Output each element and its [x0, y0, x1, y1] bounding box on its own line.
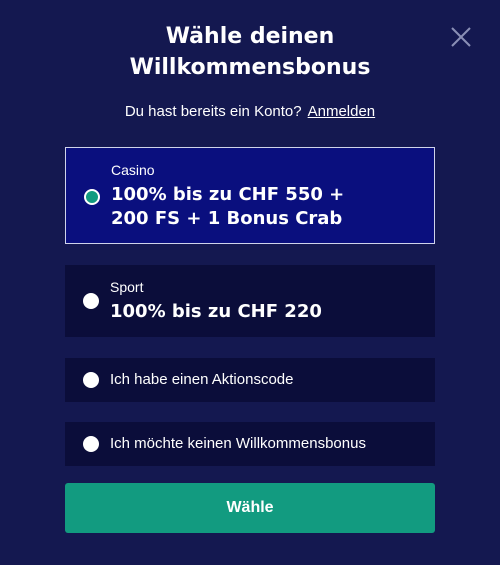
radio-casino[interactable] — [84, 189, 100, 205]
option-casino-label: Casino — [111, 162, 155, 178]
option-no-bonus-label: Ich möchte keinen Willkommensbonus — [110, 435, 366, 452]
login-link[interactable]: Anmelden — [308, 103, 376, 120]
option-casino-value: 100% bis zu CHF 550 + 200 FS + 1 Bonus C… — [111, 183, 411, 231]
radio-promo-code[interactable] — [83, 372, 99, 388]
title-line-2: Willkommensbonus — [129, 55, 371, 80]
option-no-bonus[interactable]: Ich möchte keinen Willkommensbonus — [65, 422, 435, 466]
option-casino-value-line-1: 100% bis zu CHF 550 + — [111, 184, 345, 205]
login-prompt-row: Du hast bereits ein Konto? Anmelden — [0, 102, 500, 122]
choose-button[interactable]: Wähle — [65, 483, 435, 533]
radio-no-bonus[interactable] — [83, 436, 99, 452]
option-casino-value-line-2: 200 FS + 1 Bonus Crab — [111, 208, 343, 229]
option-sport[interactable]: Sport 100% bis zu CHF 220 — [65, 265, 435, 337]
page-title: Wähle deinen Willkommensbonus — [0, 21, 500, 83]
login-prompt: Du hast bereits ein Konto? — [124, 103, 302, 120]
option-sport-value: 100% bis zu CHF 220 — [110, 301, 322, 322]
title-line-1: Wähle deinen — [165, 24, 335, 49]
radio-sport[interactable] — [83, 293, 99, 309]
option-promo-code-label: Ich habe einen Aktionscode — [110, 371, 294, 388]
option-sport-label: Sport — [110, 279, 144, 295]
option-promo-code[interactable]: Ich habe einen Aktionscode — [65, 358, 435, 402]
option-casino[interactable]: Casino 100% bis zu CHF 550 + 200 FS + 1 … — [65, 147, 435, 244]
